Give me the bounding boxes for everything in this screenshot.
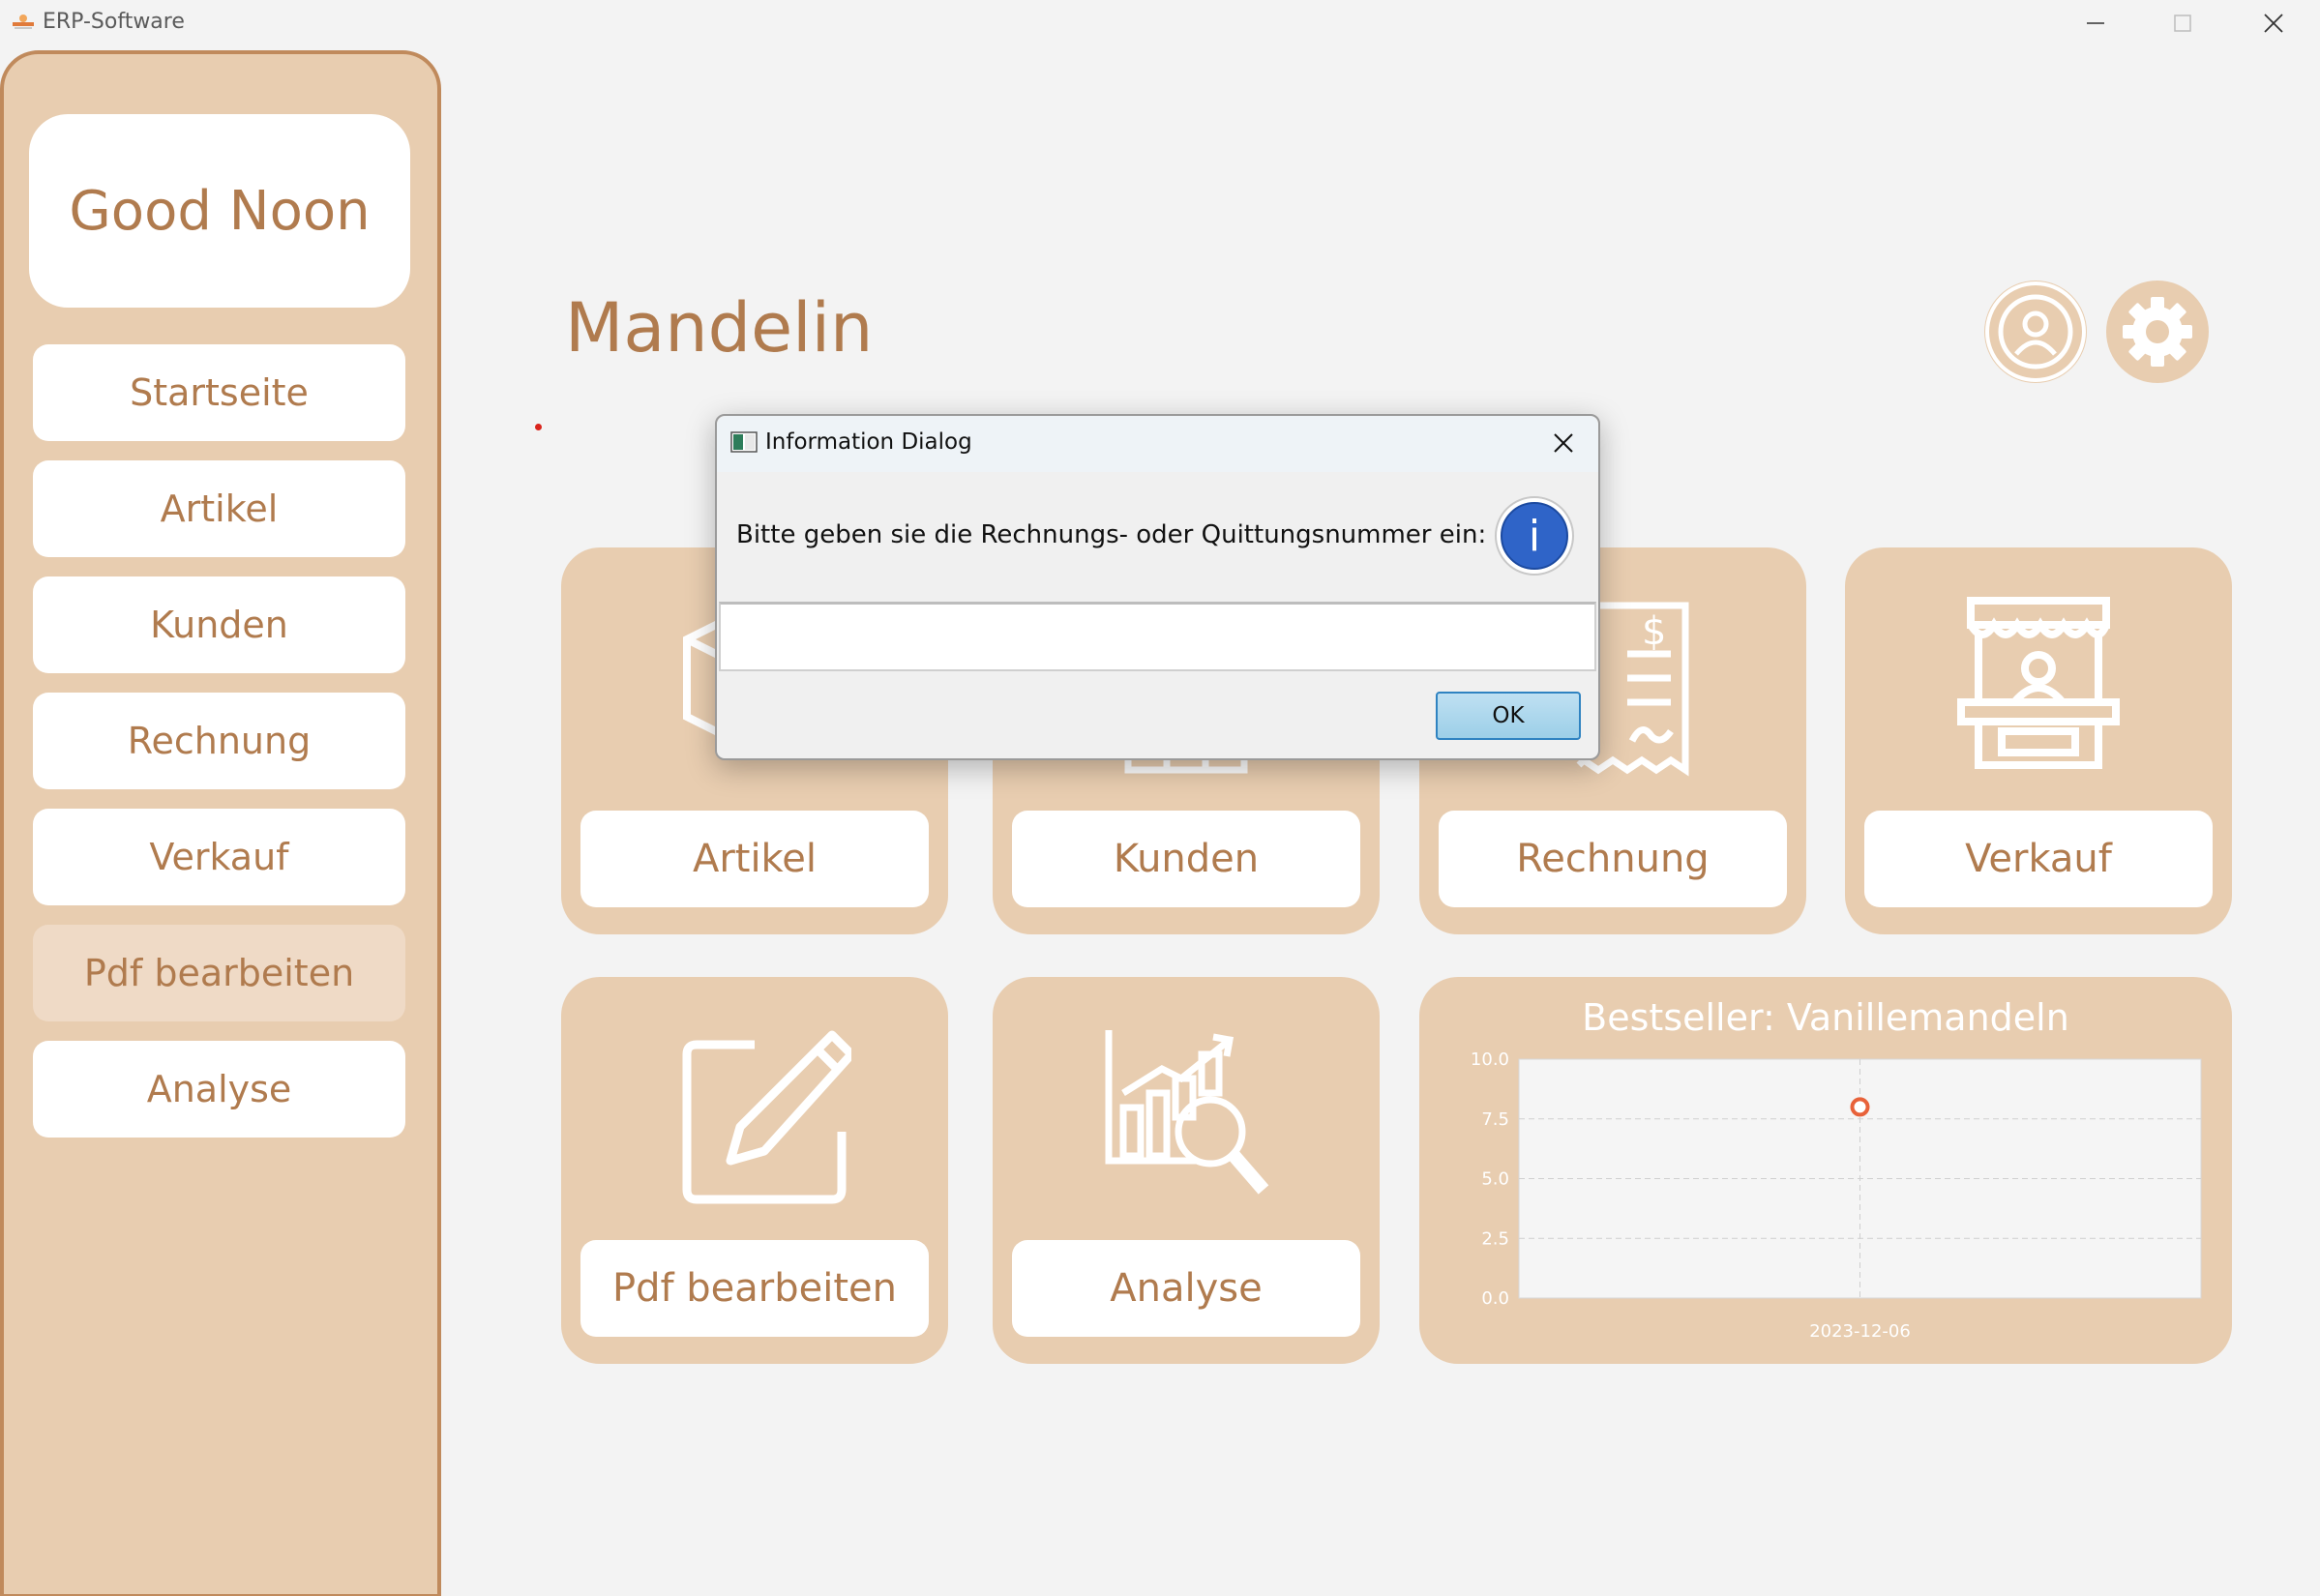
chart-tile: Bestseller: Vanillemandeln 0.0 2.5 5.0 7.5 1… [1419,977,2232,1364]
dialog-title: Information Dialog [765,429,972,455]
user-icon [1985,281,2086,382]
window-titlebar: ERP-Software [0,0,2320,46]
tile-pdf-bearbeiten: Pdf bearbeiten [561,977,948,1364]
edit-icon [561,1016,948,1209]
shop-icon [1845,586,2232,780]
tile-pdf-bearbeiten-button[interactable]: Pdf bearbeiten [580,1240,929,1337]
dialog-message: Bitte geben sie die Rechnungs- oder Quit… [736,520,1487,549]
tile-analyse-button[interactable]: Analyse [1012,1240,1360,1337]
sidebar-item-artikel[interactable]: Artikel [33,460,405,557]
dialog-close-button[interactable] [1544,426,1583,460]
window-title: ERP-Software [43,10,185,34]
settings-button[interactable] [2106,281,2209,383]
greeting-label: Good Noon [29,114,410,308]
tile-verkauf: Verkauf [1845,547,2232,934]
y-tick-label: 0.0 [1481,1288,1509,1309]
page-title: Mandelin [565,288,874,368]
y-tick-label: 2.5 [1481,1228,1509,1249]
sidebar-item-verkauf[interactable]: Verkauf [33,809,405,905]
information-dialog: Information Dialog Bitte geben sie die R… [715,414,1600,760]
data-point [1850,1097,1870,1117]
tile-verkauf-button[interactable]: Verkauf [1864,811,2213,907]
maximize-button[interactable] [2144,4,2221,43]
close-icon [1554,433,1573,453]
y-tick-label: 7.5 [1481,1109,1509,1130]
app-icon [12,12,35,31]
invoice-number-input[interactable] [719,602,1596,671]
ok-button[interactable]: OK [1436,692,1581,740]
tile-analyse: Analyse [993,977,1380,1364]
dialog-titlebar: Information Dialog [717,416,1598,472]
svg-text:i: i [1529,512,1540,561]
sidebar-item-rechnung[interactable]: Rechnung [33,693,405,789]
y-tick-label: 10.0 [1471,1049,1509,1070]
minimize-button[interactable] [2057,4,2134,43]
dialog-app-icon [730,431,758,453]
svg-text:$: $ [1642,609,1666,654]
sidebar-item-kunden[interactable]: Kunden [33,576,405,673]
sidebar-item-pdf-bearbeiten[interactable]: Pdf bearbeiten [33,925,405,1021]
y-tick-label: 5.0 [1481,1169,1509,1190]
close-window-button[interactable] [2235,4,2312,43]
sidebar-item-analyse[interactable]: Analyse [33,1041,405,1138]
tile-kunden-button[interactable]: Kunden [1012,811,1360,907]
gear-icon [2123,297,2192,367]
tile-artikel-button[interactable]: Artikel [580,811,929,907]
sidebar: Good Noon Startseite Artikel Kunden Rech… [0,50,441,1596]
chart: 0.0 2.5 5.0 7.5 10.0 2023-12-06 [1471,1049,2202,1342]
x-tick-label: 2023-12-06 [1809,1321,1911,1342]
tile-rechnung-button[interactable]: Rechnung [1439,811,1787,907]
sidebar-item-startseite[interactable]: Startseite [33,344,405,441]
analysis-icon [993,1016,1380,1209]
info-icon: i [1494,495,1575,576]
marker-dot [535,424,542,430]
user-profile-button[interactable] [1984,281,2087,383]
